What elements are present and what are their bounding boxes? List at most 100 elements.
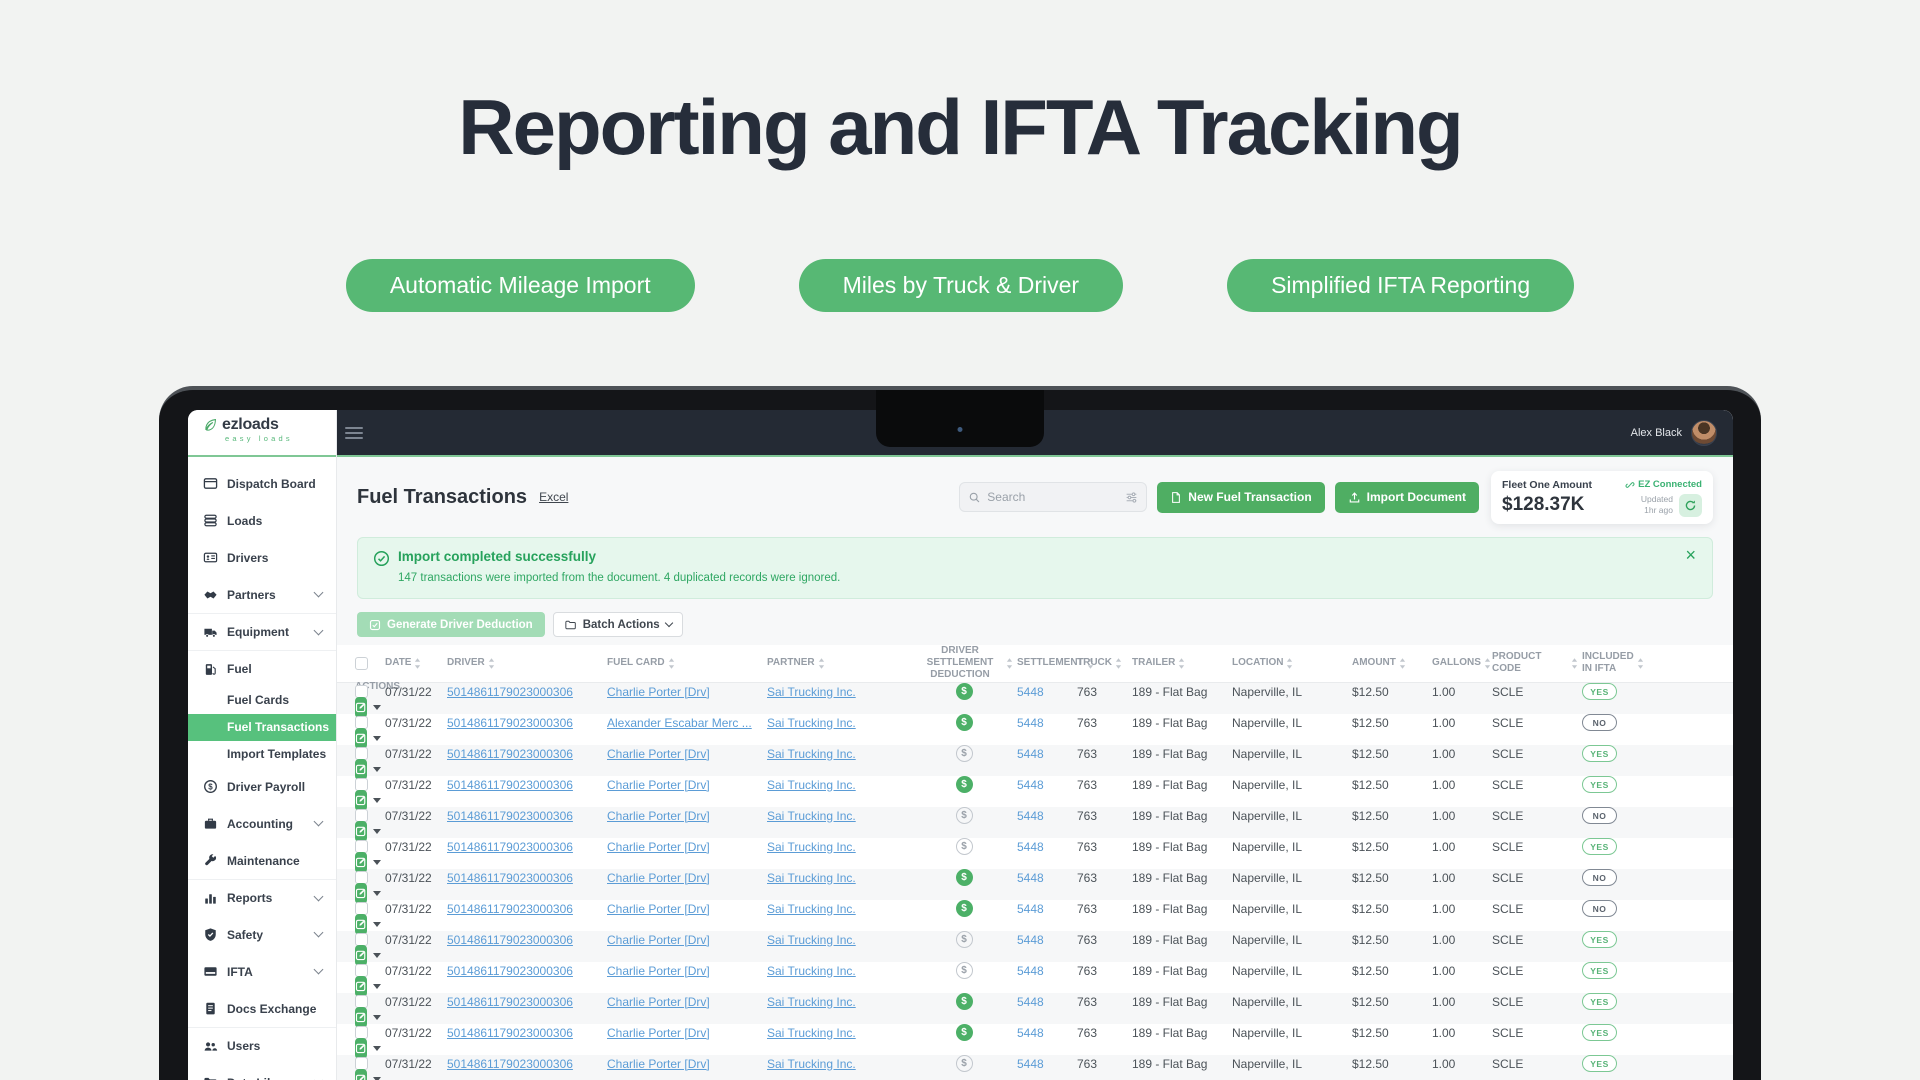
settlement-link[interactable]: 5448 (1017, 809, 1044, 823)
settlement-link[interactable]: 5448 (1017, 747, 1044, 761)
settlement-link[interactable]: 5448 (1017, 871, 1044, 885)
fuel-card-link[interactable]: Alexander Escabar Merc ... (607, 716, 752, 730)
driver-link[interactable]: 5014861179023000306 (447, 840, 573, 854)
edit-button[interactable] (355, 945, 367, 966)
partner-link[interactable]: Sai Trucking Inc. (767, 902, 856, 916)
caret-down-icon[interactable] (373, 767, 381, 772)
edit-button[interactable] (355, 821, 367, 842)
settlement-link[interactable]: 5448 (1017, 1057, 1044, 1071)
partner-link[interactable]: Sai Trucking Inc. (767, 716, 856, 730)
column-header-settlement[interactable]: SETTLEMENT (1017, 657, 1077, 669)
refresh-button[interactable] (1679, 494, 1702, 517)
excel-export-link[interactable]: Excel (539, 490, 568, 504)
driver-link[interactable]: 5014861179023000306 (447, 1026, 573, 1040)
fuel-card-link[interactable]: Charlie Porter [Drv] (607, 902, 710, 916)
fuel-card-link[interactable]: Charlie Porter [Drv] (607, 778, 710, 792)
avatar[interactable] (1691, 420, 1717, 446)
sidebar-item-loads[interactable]: Loads (188, 502, 336, 539)
fuel-card-link[interactable]: Charlie Porter [Drv] (607, 840, 710, 854)
partner-link[interactable]: Sai Trucking Inc. (767, 747, 856, 761)
partner-link[interactable]: Sai Trucking Inc. (767, 1057, 856, 1071)
settlement-link[interactable]: 5448 (1017, 716, 1044, 730)
settlement-link[interactable]: 5448 (1017, 964, 1044, 978)
sidebar-item-maintenance[interactable]: Maintenance (188, 842, 336, 879)
filter-sliders-icon[interactable] (1125, 491, 1138, 504)
sidebar-item-docs-exchange[interactable]: Docs Exchange (188, 990, 336, 1027)
partner-link[interactable]: Sai Trucking Inc. (767, 809, 856, 823)
sidebar-item-equipment[interactable]: Equipment (188, 613, 336, 650)
fuel-card-link[interactable]: Charlie Porter [Drv] (607, 995, 710, 1009)
edit-button[interactable] (355, 976, 367, 997)
caret-down-icon[interactable] (373, 922, 381, 927)
fuel-card-link[interactable]: Charlie Porter [Drv] (607, 964, 710, 978)
settlement-link[interactable]: 5448 (1017, 902, 1044, 916)
import-document-button[interactable]: Import Document (1335, 482, 1479, 513)
column-header-partner[interactable]: PARTNER (767, 657, 917, 669)
fuel-card-link[interactable]: Charlie Porter [Drv] (607, 933, 710, 947)
sidebar-item-dispatch-board[interactable]: Dispatch Board (188, 465, 336, 502)
edit-button[interactable] (355, 790, 367, 811)
caret-down-icon[interactable] (373, 1046, 381, 1051)
caret-down-icon[interactable] (373, 1077, 381, 1080)
sidebar-item-fuel-cards[interactable]: Fuel Cards (188, 687, 336, 714)
column-header-fuel-card[interactable]: FUEL CARD (607, 657, 767, 669)
generate-driver-deduction-button[interactable]: Generate Driver Deduction (357, 612, 545, 637)
partner-link[interactable]: Sai Trucking Inc. (767, 1026, 856, 1040)
caret-down-icon[interactable] (373, 736, 381, 741)
column-header-date[interactable]: DATE (385, 657, 447, 669)
settlement-link[interactable]: 5448 (1017, 685, 1044, 699)
column-header-driver-settlement-deduction[interactable]: DRIVER SETTLEMENT DEDUCTION (917, 645, 1017, 681)
edit-button[interactable] (355, 728, 367, 749)
driver-link[interactable]: 5014861179023000306 (447, 716, 573, 730)
driver-link[interactable]: 5014861179023000306 (447, 902, 573, 916)
sidebar-item-users[interactable]: Users (188, 1027, 336, 1064)
caret-down-icon[interactable] (373, 953, 381, 958)
caret-down-icon[interactable] (373, 891, 381, 896)
column-header-truck[interactable]: TRUCK (1077, 657, 1132, 669)
caret-down-icon[interactable] (373, 705, 381, 710)
select-all-checkbox[interactable] (355, 657, 368, 670)
sidebar-item-driver-payroll[interactable]: $Driver Payroll (188, 768, 336, 805)
column-header-location[interactable]: LOCATION (1232, 657, 1352, 669)
sidebar-item-reports[interactable]: Reports (188, 879, 336, 916)
settlement-link[interactable]: 5448 (1017, 995, 1044, 1009)
column-header-included-in-ifta[interactable]: INCLUDED IN IFTA (1582, 651, 1644, 675)
partner-link[interactable]: Sai Trucking Inc. (767, 871, 856, 885)
partner-link[interactable]: Sai Trucking Inc. (767, 964, 856, 978)
partner-link[interactable]: Sai Trucking Inc. (767, 778, 856, 792)
caret-down-icon[interactable] (373, 829, 381, 834)
column-header-product-code[interactable]: PRODUCT CODE (1492, 651, 1582, 675)
sidebar-item-data-library[interactable]: Data Library (188, 1064, 336, 1080)
new-fuel-transaction-button[interactable]: New Fuel Transaction (1157, 482, 1324, 513)
partner-link[interactable]: Sai Trucking Inc. (767, 995, 856, 1009)
sidebar-item-partners[interactable]: Partners (188, 576, 336, 613)
edit-button[interactable] (355, 697, 367, 718)
driver-link[interactable]: 5014861179023000306 (447, 778, 573, 792)
edit-button[interactable] (355, 1069, 367, 1080)
edit-button[interactable] (355, 914, 367, 935)
settlement-link[interactable]: 5448 (1017, 1026, 1044, 1040)
driver-link[interactable]: 5014861179023000306 (447, 747, 573, 761)
sidebar-item-accounting[interactable]: Accounting (188, 805, 336, 842)
fuel-card-link[interactable]: Charlie Porter [Drv] (607, 809, 710, 823)
close-icon[interactable]: × (1685, 546, 1696, 564)
caret-down-icon[interactable] (373, 984, 381, 989)
driver-link[interactable]: 5014861179023000306 (447, 871, 573, 885)
driver-link[interactable]: 5014861179023000306 (447, 995, 573, 1009)
edit-button[interactable] (355, 1038, 367, 1059)
sidebar-item-ifta[interactable]: IFTA (188, 953, 336, 990)
caret-down-icon[interactable] (373, 798, 381, 803)
caret-down-icon[interactable] (373, 1015, 381, 1020)
pill-simplified-ifta-reporting[interactable]: Simplified IFTA Reporting (1227, 259, 1574, 312)
app-logo[interactable]: ezloads easy loads (188, 410, 336, 457)
fuel-card-link[interactable]: Charlie Porter [Drv] (607, 685, 710, 699)
edit-button[interactable] (355, 883, 367, 904)
fuel-card-link[interactable]: Charlie Porter [Drv] (607, 871, 710, 885)
pill-automatic-mileage-import[interactable]: Automatic Mileage Import (346, 259, 695, 312)
fuel-card-link[interactable]: Charlie Porter [Drv] (607, 1057, 710, 1071)
edit-button[interactable] (355, 852, 367, 873)
edit-button[interactable] (355, 1007, 367, 1028)
driver-link[interactable]: 5014861179023000306 (447, 933, 573, 947)
driver-link[interactable]: 5014861179023000306 (447, 685, 573, 699)
sidebar-item-safety[interactable]: Safety (188, 916, 336, 953)
